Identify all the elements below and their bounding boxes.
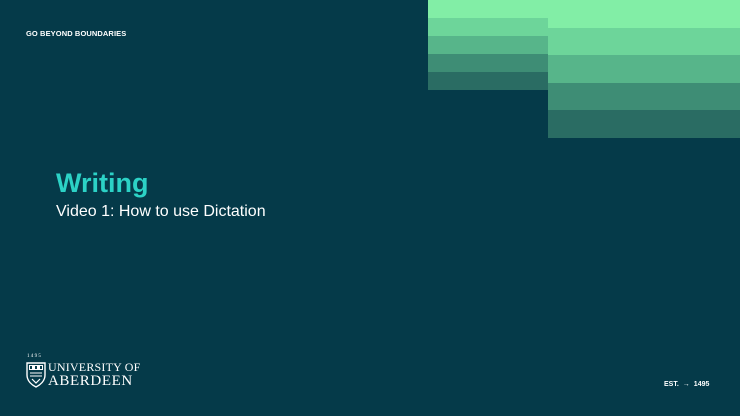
university-logo: 1495 UNIVERSITY OF ABERDEEN: [26, 354, 150, 392]
established-label: EST. → 1495: [664, 381, 709, 388]
stripe-left-1: [428, 0, 548, 18]
arrow-right-icon: →: [682, 381, 690, 388]
est-text: EST.: [664, 381, 679, 388]
logo-year: 1495: [27, 354, 43, 359]
stripe-right-1: [548, 0, 740, 28]
stripe-right-4: [548, 83, 740, 110]
logo-line-aberdeen: ABERDEEN: [48, 373, 133, 389]
est-year: 1495: [693, 381, 710, 388]
slide: GO BEYOND BOUNDARIES Writing Video 1: Ho…: [0, 0, 740, 416]
slide-subtitle: Video 1: How to use Dictation: [56, 203, 266, 220]
slide-title: Writing: [56, 168, 149, 198]
stripe-left-2: [428, 18, 548, 36]
stripe-left-5: [428, 72, 548, 90]
stripe-left-3: [428, 36, 548, 54]
stripe-right-3: [548, 55, 740, 83]
tagline: GO BEYOND BOUNDARIES: [26, 29, 127, 38]
stripe-left-4: [428, 54, 548, 72]
university-crest-icon: [26, 362, 46, 388]
stripe-right-2: [548, 28, 740, 55]
stripe-right-5: [548, 110, 740, 138]
